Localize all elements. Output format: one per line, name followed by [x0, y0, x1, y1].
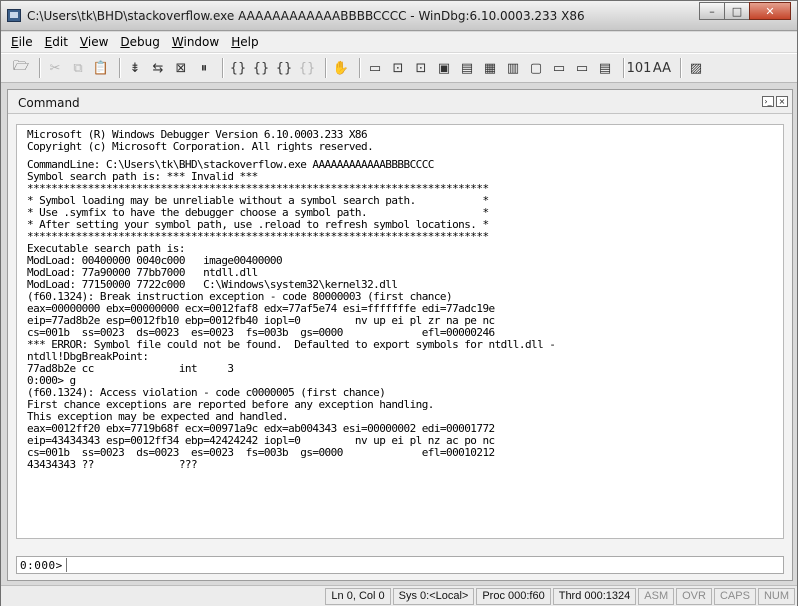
command-pane-header: Command ›_ × [8, 90, 792, 114]
copy-icon[interactable]: ⧉ [68, 58, 88, 78]
command-prompt: 0:000> [20, 558, 63, 572]
breakpoint-icon[interactable]: ✋ [331, 58, 351, 78]
source-mode-on-icon[interactable]: ▤ [595, 58, 615, 78]
toolbar-separator [39, 58, 40, 78]
processes-threads-icon[interactable]: ▭ [549, 58, 569, 78]
source-mode-icon[interactable]: ▭ [572, 58, 592, 78]
windbg-window: C:\Users\tk\BHD\stackoverflow.exe AAAAAA… [0, 0, 798, 606]
pane-close-icon[interactable]: × [776, 96, 788, 107]
output-block-session: CommandLine: C:\Users\tk\BHD\stackoverfl… [27, 158, 556, 471]
toolbar-separator [119, 58, 120, 78]
menu-bar: Eile Edit View Debug Window Help [1, 32, 797, 52]
maximize-button[interactable]: □ [724, 2, 750, 20]
command-output[interactable]: Microsoft (R) Windows Debugger Version 6… [16, 124, 784, 539]
toolbar-separator [325, 58, 326, 78]
font-icon[interactable]: AA [652, 58, 672, 78]
toolbar-separator [680, 58, 681, 78]
status-caps: CAPS [713, 587, 756, 605]
registers-window-icon[interactable]: ▣ [434, 58, 454, 78]
menu-help[interactable]: Help [225, 35, 264, 49]
status-num: NUM [757, 587, 795, 605]
locals-window-icon[interactable]: ⊡ [411, 58, 431, 78]
title-bar[interactable]: C:\Users\tk\BHD\stackoverflow.exe AAAAAA… [1, 1, 797, 31]
status-asm: ASM [638, 587, 675, 605]
scratch-pad-icon[interactable]: ▢ [526, 58, 546, 78]
output-block-header: Microsoft (R) Windows Debugger Version 6… [27, 128, 374, 153]
toolbar-separator [222, 58, 223, 78]
status-bar: Ln 0, Col 0 Sys 0:<Local> Proc 000:f60 Thrd… [1, 585, 797, 606]
run-to-cursor-icon[interactable]: {} [297, 58, 317, 78]
status-sys: Sys 0:<Local> [392, 587, 475, 605]
minimize-button[interactable]: – [699, 2, 725, 20]
status-ovr: OVR [676, 587, 712, 605]
call-stack-window-icon[interactable]: ▦ [480, 58, 500, 78]
open-icon[interactable]: 🗁 [11, 58, 31, 78]
menu-view[interactable]: View [74, 35, 114, 49]
command-pane-buttons: ›_ × [760, 96, 788, 107]
menu-window[interactable]: Window [166, 35, 225, 49]
status-proc: Proc 000:f60 [476, 587, 551, 605]
window-title: C:\Users\tk\BHD\stackoverflow.exe AAAAAA… [27, 9, 585, 23]
go-icon[interactable]: ⇟ [125, 58, 145, 78]
break-icon[interactable]: ⏸ [194, 58, 214, 78]
command-input[interactable] [68, 558, 783, 572]
window-controls: – □ ✕ [699, 2, 791, 20]
memory-window-icon[interactable]: ▤ [457, 58, 477, 78]
cut-icon[interactable]: ✂ [45, 58, 65, 78]
toolbar-separator [359, 58, 360, 78]
status-line-col: Ln 0, Col 0 [325, 587, 391, 605]
command-pane-title: Command [18, 96, 80, 110]
disassembly-window-icon[interactable]: ▥ [503, 58, 523, 78]
hex-mode-icon[interactable]: 101 [627, 58, 652, 78]
command-input-row: 0:000> [16, 556, 784, 574]
watch-window-icon[interactable]: ⊡ [388, 58, 408, 78]
options-icon[interactable]: ▨ [686, 58, 706, 78]
step-over-icon[interactable]: {} [251, 58, 271, 78]
step-out-icon[interactable]: {} [274, 58, 294, 78]
restart-icon[interactable]: ⇆ [148, 58, 168, 78]
toolbar-separator [623, 58, 624, 78]
command-window-icon[interactable]: ▭ [365, 58, 385, 78]
step-into-icon[interactable]: {} [228, 58, 248, 78]
menu-debug[interactable]: Debug [114, 35, 165, 49]
windbg-app-icon[interactable] [7, 9, 21, 22]
dock-menu-icon[interactable]: ›_ [762, 96, 774, 107]
close-button[interactable]: ✕ [749, 2, 791, 20]
status-thrd: Thrd 000:1324 [552, 587, 637, 605]
paste-icon[interactable]: 📋 [91, 58, 111, 78]
menu-edit[interactable]: Edit [39, 35, 74, 49]
menu-file[interactable]: Eile [5, 35, 39, 49]
command-pane: Command ›_ × Microsoft (R) Windows Debug… [7, 89, 793, 581]
toolbar: 🗁 ✂ ⧉ 📋 ⇟ ⇆ ⊠ ⏸{}{}{}{} ✋ ▭ ⊡ ⊡ ▣ ▤ ▦ ▥ ▢ ▭ ▭ ▤ 101 AA ▨ [1, 53, 797, 83]
stop-debugging-icon[interactable]: ⊠ [171, 58, 191, 78]
